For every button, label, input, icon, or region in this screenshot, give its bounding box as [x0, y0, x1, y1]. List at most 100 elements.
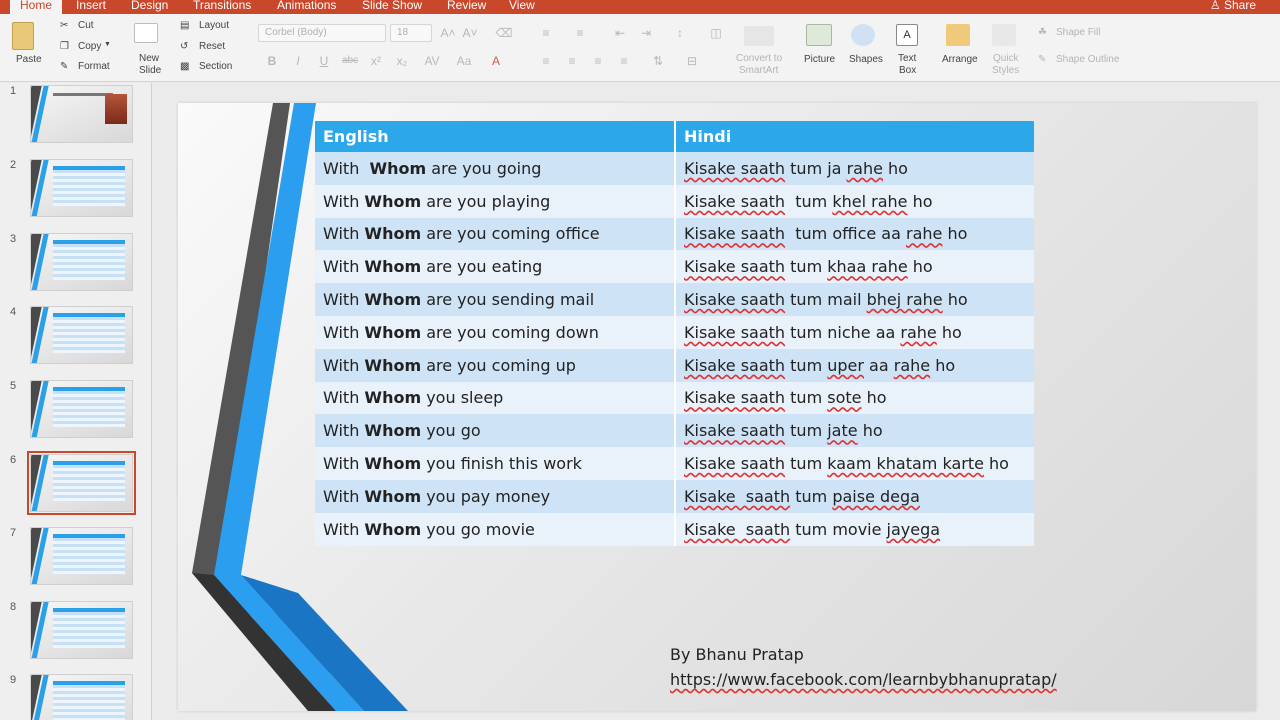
- convert-smartart-label-2[interactable]: SmartArt: [739, 65, 778, 76]
- layout-button[interactable]: Layout: [199, 20, 229, 31]
- text-box-label-2[interactable]: Box: [899, 65, 916, 76]
- hindi-cell[interactable]: Kisake saath tum ja rahe ho: [675, 152, 1034, 185]
- slide-thumbnail-4[interactable]: [30, 306, 133, 364]
- tab-slide-show[interactable]: Slide Show: [362, 0, 422, 14]
- subscript-icon[interactable]: x₂: [392, 52, 412, 70]
- slide-thumbnail-8[interactable]: [30, 601, 133, 659]
- new-slide-label-1[interactable]: New: [139, 53, 159, 64]
- text-box-label-1[interactable]: Text: [898, 53, 916, 64]
- quick-styles-icon[interactable]: [992, 24, 1016, 46]
- english-cell[interactable]: With Whom you pay money: [315, 479, 676, 513]
- translation-table[interactable]: English Hindi With Whom are you going Kis…: [315, 121, 1034, 546]
- slide-thumbnail-5[interactable]: [30, 380, 133, 438]
- decrease-indent-icon[interactable]: ⇤: [610, 24, 630, 42]
- tab-design[interactable]: Design: [131, 0, 168, 14]
- tab-insert[interactable]: Insert: [76, 0, 106, 14]
- english-cell[interactable]: With Whom are you coming up: [315, 348, 676, 382]
- facebook-link[interactable]: https://www.facebook.com/learnbybhanupra…: [670, 670, 1057, 689]
- italic-icon[interactable]: I: [288, 52, 308, 70]
- font-color-icon[interactable]: A: [486, 52, 506, 70]
- english-cell[interactable]: With Whom are you sending mail: [315, 283, 676, 316]
- quick-styles-label-1[interactable]: Quick: [993, 53, 1019, 64]
- slide-thumbnail-3[interactable]: [30, 233, 133, 291]
- line-spacing-icon[interactable]: ↕: [670, 24, 690, 42]
- paste-button[interactable]: Paste: [16, 54, 42, 65]
- layout-icon[interactable]: ▤: [180, 20, 189, 31]
- text-box-icon[interactable]: A: [896, 24, 918, 46]
- hindi-cell[interactable]: Kisake saath tum kaam khatam karte ho: [675, 447, 1034, 480]
- paint-bucket-icon[interactable]: ☘: [1038, 27, 1047, 38]
- format-painter-button[interactable]: Format: [78, 61, 110, 72]
- shape-outline-button[interactable]: Shape Outline: [1056, 54, 1119, 65]
- smartart-icon[interactable]: [744, 26, 774, 46]
- arrange-button[interactable]: Arrange: [942, 54, 978, 65]
- cut-icon[interactable]: ✂: [60, 20, 68, 31]
- hindi-cell[interactable]: Kisake saath tum paise dega: [675, 479, 1034, 513]
- decrease-font-icon[interactable]: A˅: [460, 24, 480, 42]
- slide-thumbnail-1[interactable]: [30, 85, 133, 143]
- numbering-icon[interactable]: ≡: [570, 24, 590, 42]
- hindi-cell[interactable]: Kisake saath tum jate ho: [675, 414, 1034, 448]
- align-left-icon[interactable]: ≡: [536, 52, 556, 70]
- hindi-cell[interactable]: Kisake saath tum niche aa rahe ho: [675, 315, 1034, 349]
- shapes-button[interactable]: Shapes: [849, 54, 883, 65]
- underline-icon[interactable]: U: [314, 52, 334, 70]
- new-slide-icon[interactable]: [134, 23, 158, 43]
- shapes-icon[interactable]: [851, 24, 875, 46]
- tab-animations[interactable]: Animations: [277, 0, 336, 14]
- hindi-cell[interactable]: Kisake saath tum mail bhej rahe ho: [675, 283, 1034, 316]
- chevron-down-icon[interactable]: ▼: [104, 41, 111, 48]
- increase-indent-icon[interactable]: ⇥: [636, 24, 656, 42]
- share-button[interactable]: ♙ Share: [1210, 0, 1256, 14]
- arrange-icon[interactable]: [946, 24, 970, 46]
- shape-fill-button[interactable]: Shape Fill: [1056, 27, 1100, 38]
- hindi-cell[interactable]: Kisake saath tum khaa rahe ho: [675, 250, 1034, 284]
- copy-button[interactable]: Copy: [78, 41, 101, 52]
- section-button[interactable]: Section: [199, 61, 232, 72]
- change-case-icon[interactable]: Aa: [454, 52, 474, 70]
- picture-button[interactable]: Picture: [804, 54, 835, 65]
- slide-thumbnail-7[interactable]: [30, 527, 133, 585]
- tab-transitions[interactable]: Transitions: [193, 0, 251, 14]
- picture-icon[interactable]: [806, 24, 832, 46]
- hindi-cell[interactable]: Kisake saath tum office aa rahe ho: [675, 217, 1034, 251]
- justify-icon[interactable]: ≡: [614, 52, 634, 70]
- english-cell[interactable]: With Whom you finish this work: [315, 447, 676, 480]
- char-spacing-icon[interactable]: AV: [422, 52, 442, 70]
- pen-icon[interactable]: ✎: [1038, 54, 1046, 65]
- english-cell[interactable]: With Whom are you eating: [315, 250, 676, 284]
- english-cell[interactable]: With Whom you go movie: [315, 512, 676, 546]
- slide-thumbnail-6[interactable]: [27, 451, 136, 515]
- strikethrough-icon[interactable]: abc: [340, 52, 360, 70]
- align-center-icon[interactable]: ≡: [562, 52, 582, 70]
- quick-styles-label-2[interactable]: Styles: [992, 65, 1019, 76]
- superscript-icon[interactable]: x²: [366, 52, 386, 70]
- clear-format-icon[interactable]: ⌫: [494, 24, 514, 42]
- hindi-cell[interactable]: Kisake saath tum uper aa rahe ho: [675, 348, 1034, 382]
- convert-smartart-label-1[interactable]: Convert to: [736, 53, 782, 64]
- tab-home[interactable]: Home: [10, 0, 63, 14]
- slide-thumbnail-9[interactable]: [30, 674, 133, 720]
- english-cell[interactable]: With Whom are you playing: [315, 184, 676, 218]
- increase-font-icon[interactable]: A˄: [438, 24, 458, 42]
- english-cell[interactable]: With Whom are you going: [315, 152, 676, 185]
- bullets-icon[interactable]: ≡: [536, 24, 556, 42]
- bold-icon[interactable]: B: [262, 52, 282, 70]
- tab-view[interactable]: View: [509, 0, 535, 14]
- reset-button[interactable]: Reset: [199, 41, 225, 52]
- copy-icon[interactable]: ❐: [60, 41, 69, 52]
- slide-canvas[interactable]: English Hindi With Whom are you going Kis…: [178, 103, 1256, 711]
- align-right-icon[interactable]: ≡: [588, 52, 608, 70]
- facebook-url[interactable]: https://www.facebook.com/learnbybhanupra…: [670, 670, 1057, 689]
- hindi-cell[interactable]: Kisake saath tum khel rahe ho: [675, 184, 1034, 218]
- english-cell[interactable]: With Whom you sleep: [315, 381, 676, 415]
- hindi-cell[interactable]: Kisake saath tum movie jayega: [675, 512, 1034, 546]
- english-cell[interactable]: With Whom you go: [315, 414, 676, 448]
- reset-icon[interactable]: ↺: [180, 41, 188, 52]
- hindi-cell[interactable]: Kisake saath tum sote ho: [675, 381, 1034, 415]
- tab-review[interactable]: Review: [447, 0, 486, 14]
- text-direction-icon[interactable]: ⇅: [648, 52, 668, 70]
- font-size-select[interactable]: 18: [390, 24, 432, 42]
- clipboard-icon[interactable]: [12, 22, 34, 50]
- english-cell[interactable]: With Whom are you coming office: [315, 217, 676, 251]
